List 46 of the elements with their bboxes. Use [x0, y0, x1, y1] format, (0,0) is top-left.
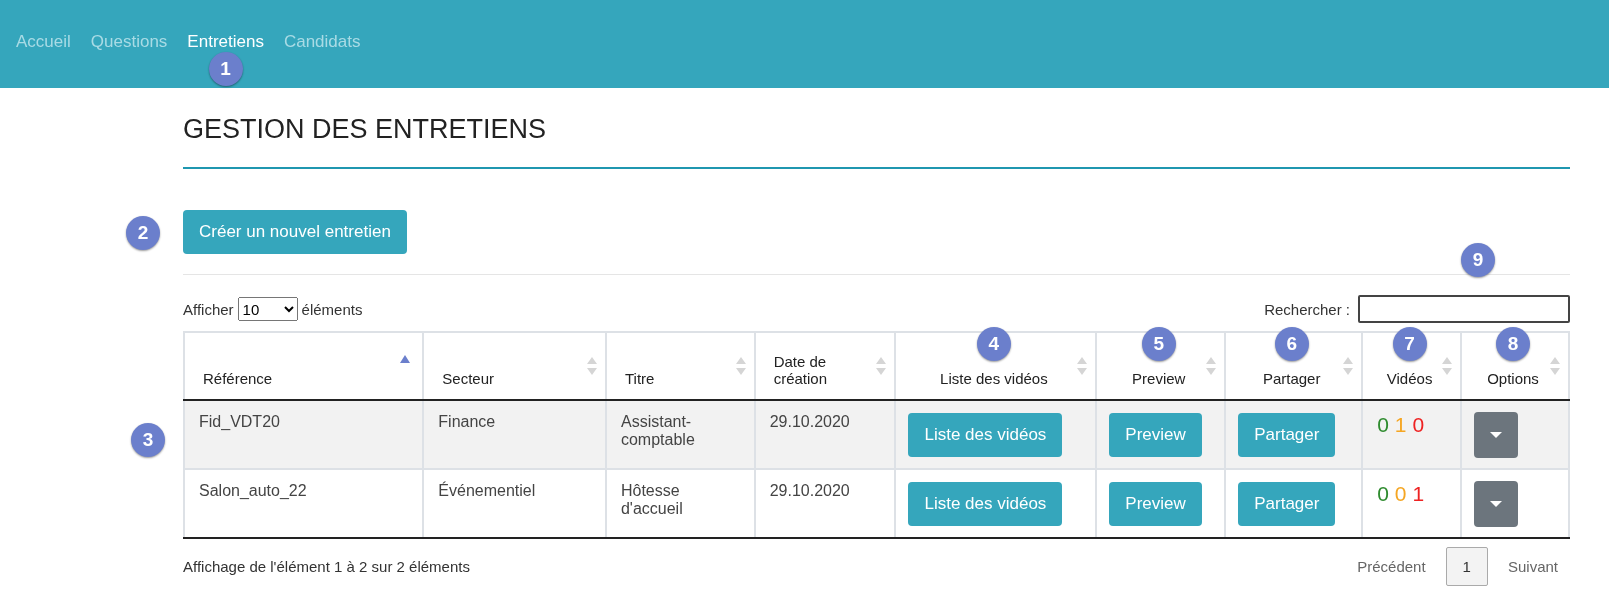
column-header[interactable]: Date de création [754, 332, 896, 400]
column-header[interactable]: Référence [184, 332, 424, 400]
caret-icon [1490, 500, 1503, 507]
video-count: 0 [1377, 413, 1389, 436]
column-label: Date de création [773, 353, 828, 387]
video-count: 0 [1394, 482, 1407, 505]
page-title: GESTION DES ENTRETIENS [183, 88, 1570, 169]
table-cell: 29.10.2020 [754, 469, 896, 538]
next-link[interactable]: Suivant [1495, 550, 1570, 583]
options-dropdown-button[interactable] [1474, 411, 1519, 458]
callout-badge: 2 [126, 216, 160, 250]
caret-icon [1490, 431, 1503, 438]
table-info: Affichage de l'élément 1 à 2 sur 2 éléments [183, 558, 470, 575]
video-count: 0 [1412, 413, 1425, 436]
video-count: 1 [1394, 413, 1407, 436]
items-label: éléments [301, 300, 363, 318]
callout-badge: 4 [976, 327, 1011, 361]
callout-badge: 8 [1496, 327, 1531, 361]
callout-badge: 5 [1141, 327, 1176, 361]
video-count: 1 [1412, 482, 1425, 505]
options-dropdown-button[interactable] [1474, 480, 1519, 527]
page-button[interactable]: 1 [1445, 547, 1488, 586]
page-length-select[interactable]: 10 [237, 297, 298, 321]
column-label: Secteur [442, 370, 495, 387]
search-field[interactable] [1358, 295, 1570, 323]
show-label: Afficher [183, 300, 234, 318]
callout-badge: 7 [1392, 327, 1427, 361]
column-label: Liste des vidéos [940, 370, 1048, 387]
column-label: Preview [1132, 370, 1186, 387]
column-label: Vidéos [1386, 370, 1433, 387]
column-header[interactable]: Secteur [423, 332, 606, 400]
callout-badge: 1 [208, 52, 243, 86]
column-header[interactable]: Titre [605, 332, 755, 400]
table-cell: Événementiel [423, 469, 606, 538]
previous-link[interactable]: Précédent [1345, 550, 1438, 583]
callout-badge: 9 [1461, 243, 1495, 277]
column-label: Options [1487, 370, 1539, 387]
callout-badge: 6 [1274, 327, 1309, 361]
table-cell: Salon_auto_22 [184, 469, 424, 538]
table-cell: Hôtesse d'accueil [605, 469, 755, 538]
column-label: Référence [203, 370, 273, 387]
video-count: 0 [1377, 482, 1389, 505]
column-label: Titre [624, 370, 655, 387]
search-label: Rechercher : [1264, 300, 1350, 318]
column-label: Partager [1262, 370, 1321, 387]
callout-badge: 3 [131, 423, 165, 457]
